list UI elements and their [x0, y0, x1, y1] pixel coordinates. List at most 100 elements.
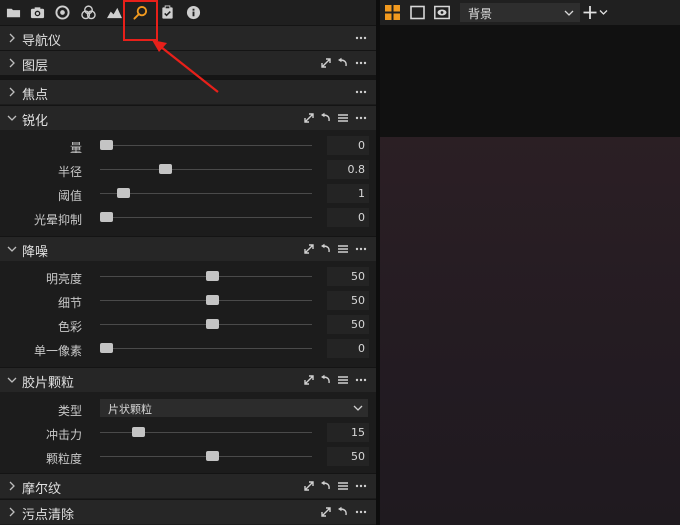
panel-header-moire[interactable]: 摩尔纹 — [0, 473, 376, 498]
expand-icon[interactable] — [320, 57, 332, 69]
reset-icon[interactable] — [320, 112, 332, 124]
camera-icon[interactable] — [29, 4, 46, 21]
slider-track[interactable] — [100, 169, 312, 170]
reset-icon[interactable] — [320, 374, 332, 386]
expand-icon[interactable] — [303, 112, 315, 124]
chevron-right-icon — [9, 481, 15, 491]
panel-header-noise-reduction[interactable]: 降噪 — [0, 236, 376, 261]
more-icon[interactable] — [355, 243, 367, 255]
expand-icon[interactable] — [320, 506, 332, 518]
plus-icon — [583, 6, 608, 19]
viewer-toolbar: 背景 — [380, 0, 680, 25]
reset-icon[interactable] — [320, 480, 332, 492]
chevron-right-icon — [9, 507, 15, 517]
slider-value-input[interactable]: 0.8 — [327, 160, 369, 179]
presets-menu-icon[interactable] — [337, 112, 349, 124]
panel-header-spot-removal[interactable]: 污点清除 — [0, 499, 376, 524]
more-icon[interactable] — [355, 112, 367, 124]
panel-title-focus: 焦点 — [22, 88, 49, 103]
panel-header-sharpening[interactable]: 锐化 — [0, 105, 376, 130]
more-icon[interactable] — [355, 506, 367, 518]
color-wheel-icon[interactable] — [54, 4, 71, 21]
slider-thumb[interactable] — [206, 451, 219, 461]
reset-icon[interactable] — [337, 57, 349, 69]
slider-track[interactable] — [100, 145, 312, 146]
clipboard-icon[interactable] — [159, 4, 176, 21]
slider-row: 单一像素 0 — [0, 337, 376, 361]
single-view-icon[interactable] — [410, 5, 425, 20]
panel-title-noise-reduction: 降噪 — [22, 245, 49, 260]
slider-thumb[interactable] — [100, 343, 113, 353]
slider-thumb[interactable] — [159, 164, 172, 174]
chevron-down-icon — [7, 115, 17, 121]
slider-value-input[interactable]: 0 — [327, 339, 369, 358]
panel-title-film-grain: 胶片颗粒 — [22, 376, 75, 391]
panel-title-moire: 摩尔纹 — [22, 482, 62, 497]
slider-row: 光晕抑制 0 — [0, 206, 376, 230]
info-icon[interactable] — [185, 4, 202, 21]
slider-row: 冲击力 15 — [0, 421, 376, 445]
background-select-value: 背景 — [468, 7, 493, 21]
annotation-arrow-icon — [152, 40, 219, 93]
grain-type-select[interactable]: 片状颗粒 — [100, 399, 368, 417]
tool-panel: 导航仪 图层 焦点 锐化 量 0 半径 0.8 阈值 1 光晕抑制 0 降噪 明亮度 50 细节 5… — [0, 0, 376, 525]
presets-menu-icon[interactable] — [337, 374, 349, 386]
panel-header-film-grain[interactable]: 胶片颗粒 — [0, 367, 376, 392]
slider-value-input[interactable]: 1 — [327, 184, 369, 203]
slider-track[interactable] — [100, 348, 312, 349]
expand-icon[interactable] — [303, 480, 315, 492]
slider-track[interactable] — [100, 217, 312, 218]
grid-view-icon[interactable] — [385, 5, 400, 20]
slider-thumb[interactable] — [206, 295, 219, 305]
slider-value-input[interactable]: 0 — [327, 136, 369, 155]
slider-value-input[interactable]: 15 — [327, 423, 369, 442]
chevron-down-icon — [564, 10, 574, 16]
more-icon[interactable] — [355, 86, 367, 98]
slider-thumb[interactable] — [206, 319, 219, 329]
slider-label: 色彩 — [57, 320, 82, 334]
chevron-down-icon — [7, 377, 17, 383]
more-icon[interactable] — [355, 480, 367, 492]
presets-menu-icon[interactable] — [337, 480, 349, 492]
slider-label: 冲击力 — [45, 428, 82, 442]
folder-icon[interactable] — [5, 4, 22, 21]
slider-value-input[interactable]: 50 — [327, 291, 369, 310]
color-circles-icon[interactable] — [80, 4, 97, 21]
reset-icon[interactable] — [337, 506, 349, 518]
slider-thumb[interactable] — [100, 140, 113, 150]
more-icon[interactable] — [355, 32, 367, 44]
expand-icon[interactable] — [303, 243, 315, 255]
slider-value-input[interactable]: 0 — [327, 208, 369, 227]
slider-row: 半径 0.8 — [0, 158, 376, 182]
slider-thumb[interactable] — [132, 427, 145, 437]
chevron-right-icon — [9, 87, 15, 97]
slider-track[interactable] — [100, 193, 312, 194]
slider-value-input[interactable]: 50 — [327, 447, 369, 466]
exposure-icon[interactable] — [106, 4, 123, 21]
image-viewer-canvas[interactable] — [380, 137, 680, 525]
slider-row: 明亮度 50 — [0, 265, 376, 289]
background-select[interactable]: 背景 — [460, 3, 580, 22]
slider-row: 量0 — [0, 134, 376, 158]
add-view-button[interactable] — [583, 4, 611, 21]
slider-value-input[interactable]: 50 — [327, 315, 369, 334]
more-icon[interactable] — [355, 374, 367, 386]
slider-label: 阈值 — [57, 189, 82, 203]
viewer-area: 背景 — [380, 0, 680, 525]
grain-type-row: 类型 片状颗粒 — [0, 397, 376, 421]
panel-title-spot-removal: 污点清除 — [22, 508, 75, 523]
reset-icon[interactable] — [320, 243, 332, 255]
panel-title-layers: 图层 — [22, 59, 49, 74]
presets-menu-icon[interactable] — [337, 243, 349, 255]
slider-value-input[interactable]: 50 — [327, 267, 369, 286]
slider-thumb[interactable] — [206, 271, 219, 281]
slider-thumb[interactable] — [117, 188, 130, 198]
slider-thumb[interactable] — [100, 212, 113, 222]
slider-label: 光晕抑制 — [33, 213, 82, 227]
slider-label: 颗粒度 — [45, 452, 82, 466]
preview-eye-icon[interactable] — [434, 5, 450, 20]
expand-icon[interactable] — [303, 374, 315, 386]
more-icon[interactable] — [355, 57, 367, 69]
slider-label: 半径 — [57, 165, 82, 179]
tool-tabs-bar — [0, 0, 376, 25]
